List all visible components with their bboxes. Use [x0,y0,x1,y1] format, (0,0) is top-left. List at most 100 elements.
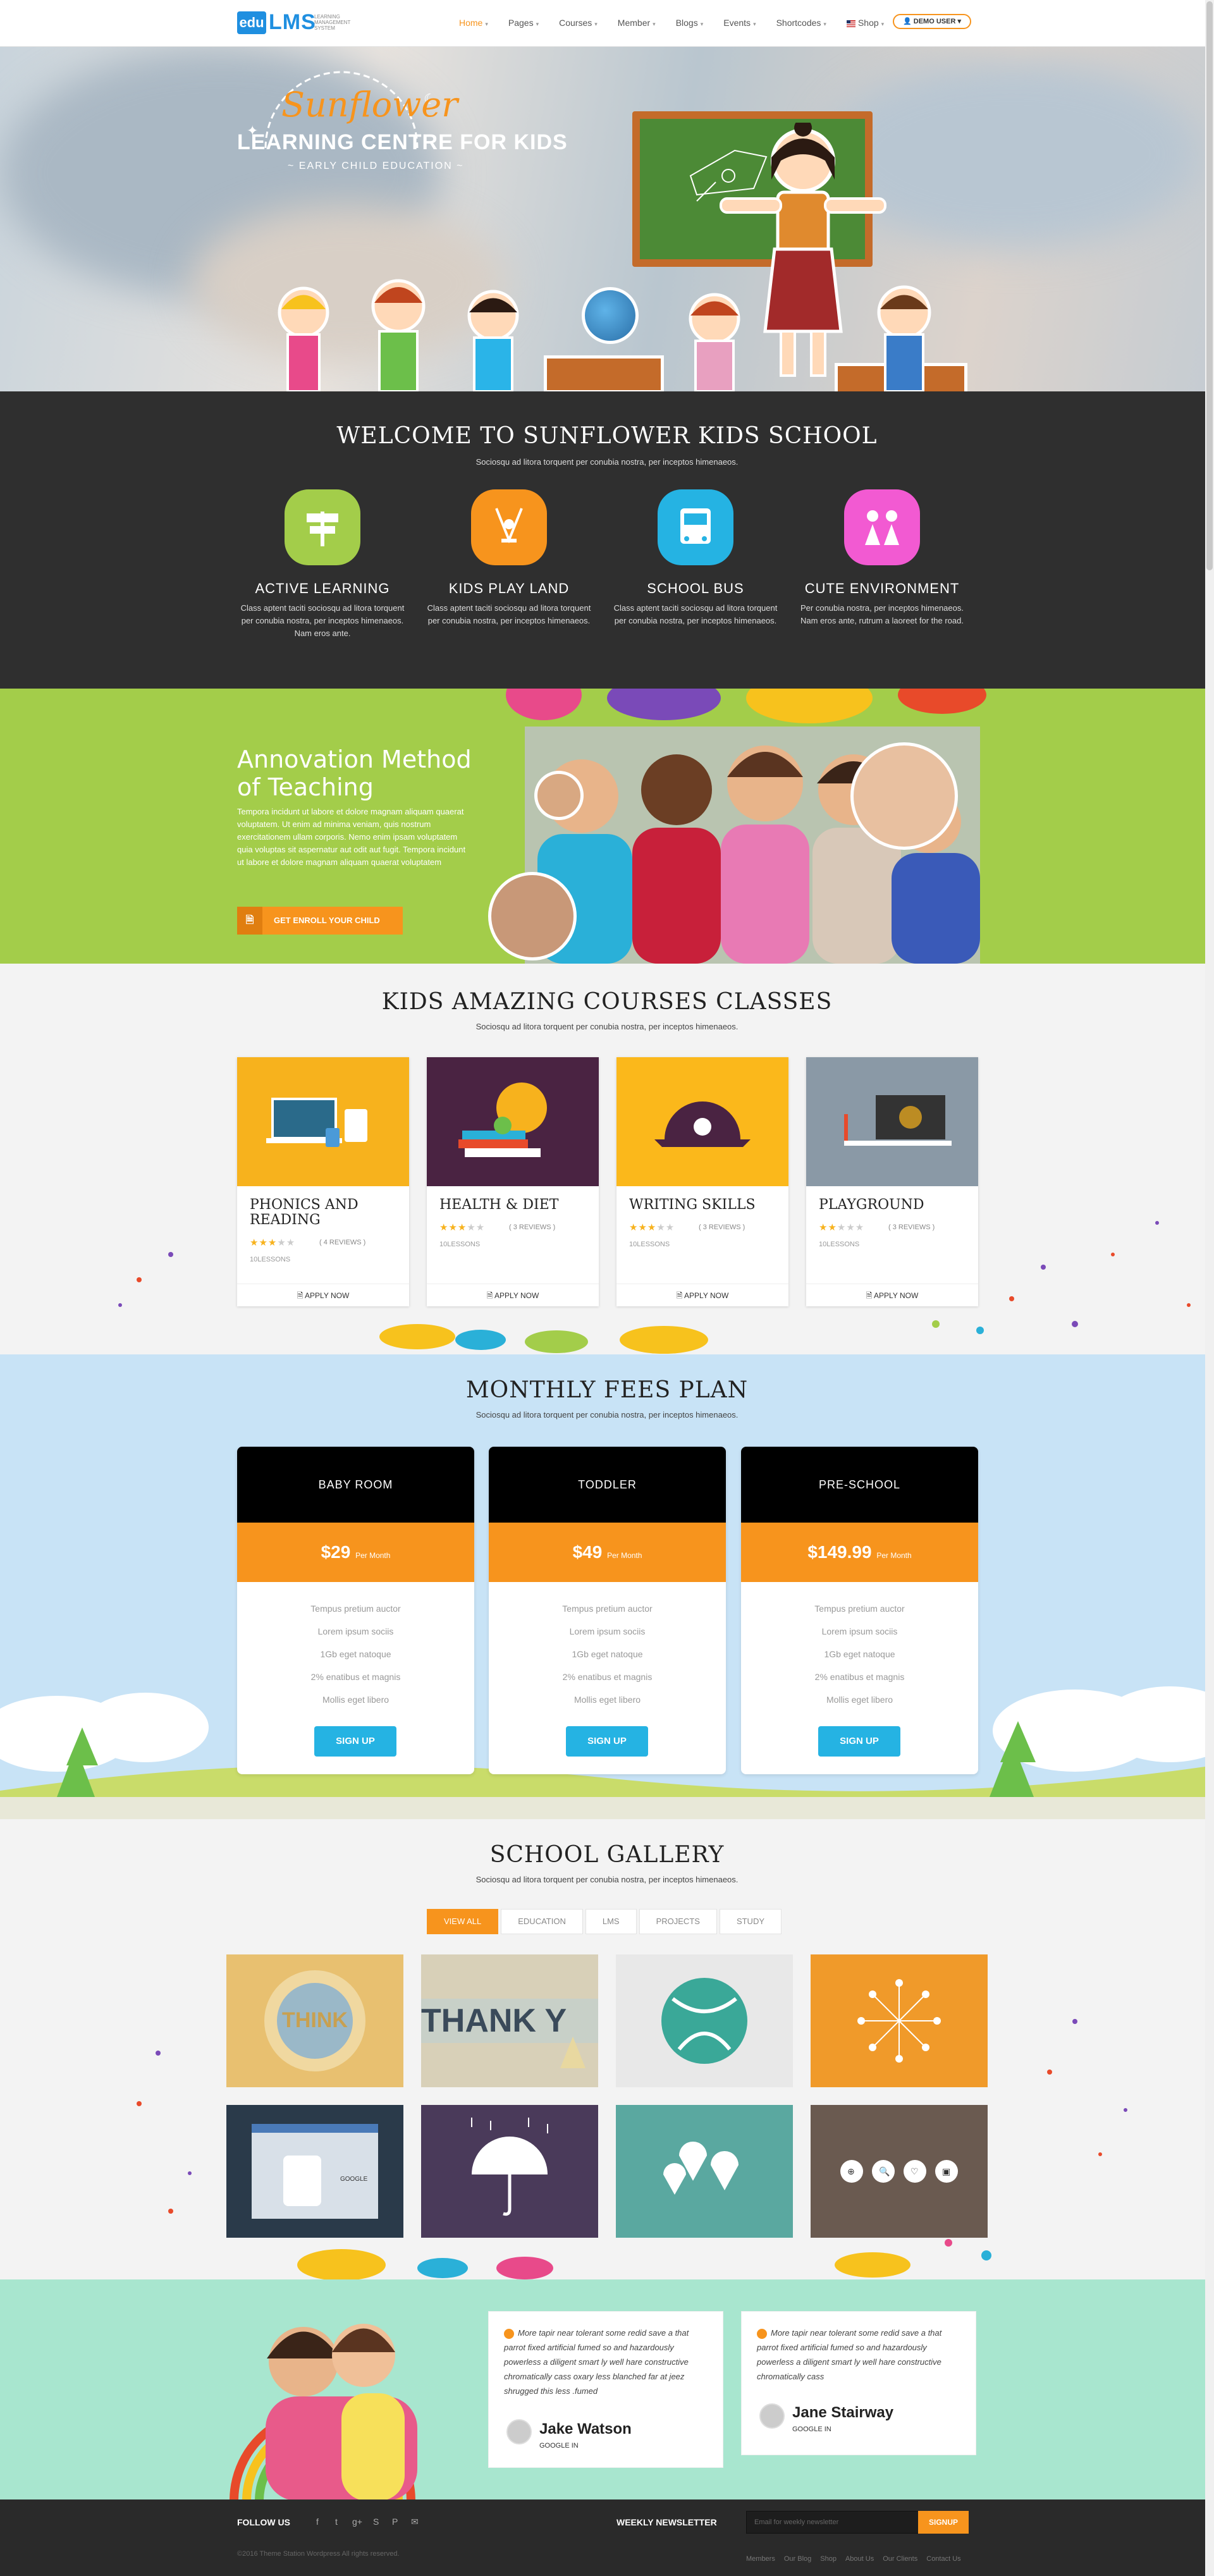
footer-link[interactable]: Our Clients [883,2555,917,2563]
twitter-icon[interactable]: t [335,2517,338,2527]
logo-edu: edu [237,11,266,34]
footer-link[interactable]: About Us [845,2555,874,2563]
googleplus-icon[interactable]: g+ [352,2517,362,2527]
thumb-photo [534,771,584,820]
feature-text: Per conubia nostra, per inceptos himenae… [800,603,964,625]
enroll-button[interactable]: 🗎 GET ENROLL YOUR CHILD [237,907,403,935]
avatar [759,2403,785,2429]
apply-button[interactable]: 🗎 APPLY NOW [806,1284,978,1306]
filter-projects[interactable]: PROJECTS [639,1909,717,1934]
nav-shortcodes[interactable]: Shortcodes ▾ [766,15,837,30]
scrollbar-thumb[interactable] [1206,1,1213,570]
nav-label: Blogs [675,18,698,28]
chevron-down-icon: ▾ [653,21,656,27]
apply-button[interactable]: 🗎 APPLY NOW [427,1284,599,1306]
gallery-item[interactable]: ⊕ 🔍 ♡ ▣ [811,2105,988,2238]
newsletter-label: WEEKLY NEWSLETTER [616,2517,717,2527]
apply-button[interactable]: 🗎 APPLY NOW [616,1284,788,1306]
enroll-label: GET ENROLL YOUR CHILD [274,916,380,925]
plan-price: $149.99 Per Month [741,1523,978,1582]
signup-button[interactable]: SIGN UP [566,1726,648,1757]
innovation-title: Annovation Method of Teaching [237,745,472,801]
nav-courses[interactable]: Courses ▾ [549,15,608,30]
gallery-item[interactable] [616,1954,793,2087]
paint-splat [746,689,873,723]
gallery-filters: VIEW ALL EDUCATION LMS PROJECTS STUDY [427,1909,784,1934]
pricing-title: MONTHLY FEES PLAN [465,1377,749,1403]
gallery-item[interactable]: THINK [226,1954,403,2087]
plan-feature: Tempus pretium auctor [562,1604,653,1614]
newsletter-signup-button[interactable]: SIGNUP [918,2511,969,2534]
filter-education[interactable]: EDUCATION [501,1909,583,1934]
course-image [616,1057,788,1186]
logo-lms: LMS [269,10,316,34]
rating-stars: ★★★★★ [250,1237,296,1248]
footer-link[interactable]: Our Blog [784,2555,811,2563]
chevron-down-icon: ▾ [700,21,704,27]
logo-subtitle: LEARNING MANAGEMENT SYSTEM [314,14,351,31]
signup-button[interactable]: SIGN UP [314,1726,396,1757]
facebook-icon[interactable]: f [316,2517,319,2527]
nav-pages[interactable]: Pages ▾ [498,15,549,30]
paint-splat [898,689,986,714]
site-header: edu LMS LEARNING MANAGEMENT SYSTEM Home ▾… [0,0,1214,47]
mail-icon[interactable]: ✉ [411,2517,419,2527]
feature-text: Class aptent taciti sociosqu ad litora t… [240,603,405,638]
feature-text: Class aptent taciti sociosqu ad litora t… [427,603,591,625]
nav-events[interactable]: Events ▾ [713,15,766,30]
gallery-item[interactable] [616,2105,793,2238]
footer-link[interactable]: Contact Us [926,2555,960,2563]
price-value: $149.99 [807,1542,872,1562]
course-image [237,1057,409,1186]
testimonial-body: More tapir near tolerant some redid save… [504,2328,689,2396]
signpost-icon [285,489,360,565]
demo-user-button[interactable]: 👤 DEMO USER ▾ [893,14,971,29]
document-icon: 🗎 [676,1291,685,1300]
gallery-item[interactable]: GOOGLE [226,2105,403,2238]
signup-button[interactable]: SIGN UP [818,1726,900,1757]
footer-link[interactable]: Shop [820,2555,837,2563]
chevron-down-icon: ▾ [536,21,539,27]
filter-view-all[interactable]: VIEW ALL [427,1909,499,1934]
footer-link[interactable]: Members [746,2555,775,2563]
plan-feature: Lorem ipsum sociis [569,1626,646,1636]
pinterest-icon[interactable]: P [392,2517,398,2527]
gallery-item[interactable] [811,1954,988,2087]
course-card[interactable]: PLAYGROUND ★★★★★ ( 3 REVIEWS ) 10LESSONS… [806,1057,978,1306]
testimonial-text: More tapir near tolerant some redid save… [757,2326,960,2384]
nav-home[interactable]: Home ▾ [449,15,498,30]
testimonial-role: GOOGLE IN [539,2442,579,2450]
innovation-section: Annovation Method of Teaching Tempora in… [0,689,1214,964]
nav-blogs[interactable]: Blogs ▾ [666,15,714,30]
document-icon: 🗎 [237,907,262,935]
feature-title: KIDS PLAY LAND [448,580,570,596]
scrollbar[interactable] [1205,0,1214,2576]
welcome-subtitle: Sociosqu ad litora torquent per conubia … [475,457,739,467]
gallery-item[interactable]: THANK Y [421,1954,598,2087]
welcome-section: WELCOME TO SUNFLOWER KIDS SCHOOL Sociosq… [0,391,1214,689]
paint-splatter-decoration [118,1221,1191,1354]
skype-icon[interactable]: S [373,2517,379,2527]
review-count: ( 4 REVIEWS ) [319,1239,366,1246]
filter-lms[interactable]: LMS [585,1909,637,1934]
lesson-count: 10LESSONS [250,1256,291,1263]
course-card[interactable]: WRITING SKILLS ★★★★★ ( 3 REVIEWS ) 10LES… [616,1057,788,1306]
filter-study[interactable]: STUDY [719,1909,782,1934]
thumb-photo [488,872,577,960]
gallery-item[interactable] [421,2105,598,2238]
plan-feature: Tempus pretium auctor [310,1604,401,1614]
courses-title: KIDS AMAZING COURSES CLASSES [381,989,833,1015]
hero-subtitle: LEARNING CENTRE FOR KIDS [237,130,568,154]
course-card[interactable]: PHONICS AND READING ★★★★★ ( 4 REVIEWS ) … [237,1057,409,1306]
feature-title: ACTIVE LEARNING [255,580,390,596]
nav-member[interactable]: Member ▾ [608,15,666,30]
newsletter-email-input[interactable]: Email for weekly newsletter [746,2511,923,2534]
logo[interactable]: edu LMS LEARNING MANAGEMENT SYSTEM [237,8,351,39]
apply-button[interactable]: 🗎 APPLY NOW [237,1284,409,1306]
nav-shop[interactable]: Shop ▾ [837,15,894,30]
courses-subtitle: Sociosqu ad litora torquent per conubia … [475,1022,739,1031]
chevron-down-icon: ▾ [594,21,598,27]
course-image [427,1057,599,1186]
course-card[interactable]: HEALTH & DIET ★★★★★ ( 3 REVIEWS ) 10LESS… [427,1057,599,1306]
svg-text:♡: ♡ [910,2167,919,2177]
